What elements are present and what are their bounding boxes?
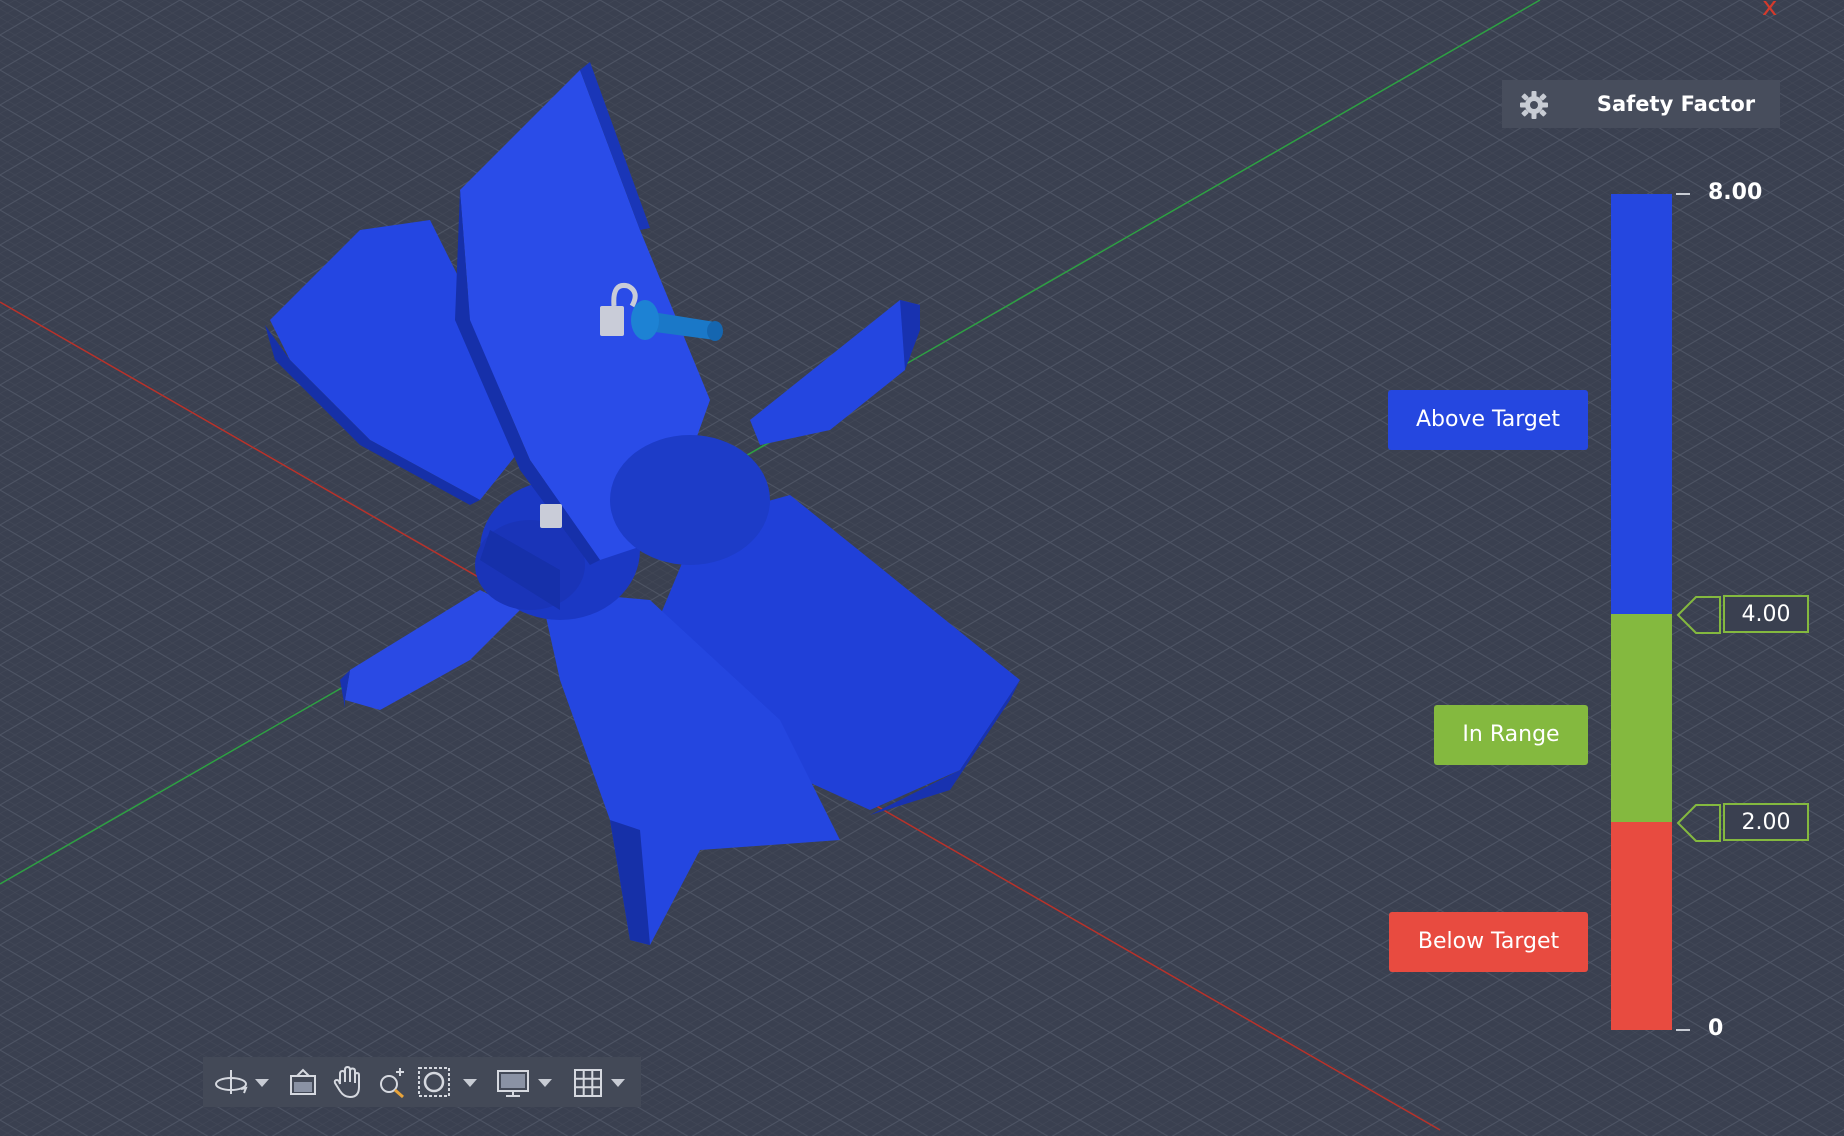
close-icon[interactable]: x xyxy=(1762,0,1777,20)
fit-window-icon[interactable] xyxy=(415,1062,455,1102)
above-target-button[interactable]: Above Target xyxy=(1388,390,1588,450)
navigation-toolbar xyxy=(203,1057,641,1107)
grid-icon[interactable] xyxy=(568,1062,608,1102)
upper-threshold-marker[interactable]: 4.00 xyxy=(1676,593,1812,637)
legend-title: Safety Factor xyxy=(1596,92,1756,116)
min-tick xyxy=(1676,1029,1690,1031)
orbit-icon[interactable] xyxy=(211,1062,251,1102)
color-bar-in-range-segment xyxy=(1611,614,1672,822)
unlock-icon xyxy=(600,306,624,336)
caret-down-icon[interactable] xyxy=(609,1067,627,1097)
caret-down-icon[interactable] xyxy=(253,1067,271,1097)
display-settings-icon[interactable] xyxy=(493,1062,533,1102)
threshold-pointer-icon xyxy=(1676,804,1721,842)
lower-threshold-marker[interactable]: 2.00 xyxy=(1676,801,1812,845)
in-range-button[interactable]: In Range xyxy=(1434,705,1588,765)
gear-icon[interactable] xyxy=(1518,90,1550,120)
caret-down-icon[interactable] xyxy=(461,1067,479,1097)
color-bar-below-segment xyxy=(1611,822,1672,1030)
color-bar-above-segment xyxy=(1611,194,1672,614)
pan-icon[interactable] xyxy=(328,1062,368,1102)
zoom-icon[interactable] xyxy=(373,1062,413,1102)
below-target-button[interactable]: Below Target xyxy=(1389,912,1588,972)
legend-header: Safety Factor xyxy=(1502,80,1780,128)
lower-threshold-value[interactable]: 2.00 xyxy=(1723,803,1809,841)
upper-threshold-value[interactable]: 4.00 xyxy=(1723,595,1809,633)
min-label: 0 xyxy=(1708,1016,1724,1041)
threshold-pointer-icon xyxy=(1676,596,1721,634)
caret-down-icon[interactable] xyxy=(536,1067,554,1097)
lock-icon xyxy=(540,504,562,528)
max-tick xyxy=(1676,193,1690,195)
max-label: 8.00 xyxy=(1708,180,1763,205)
look-at-icon[interactable] xyxy=(283,1062,323,1102)
